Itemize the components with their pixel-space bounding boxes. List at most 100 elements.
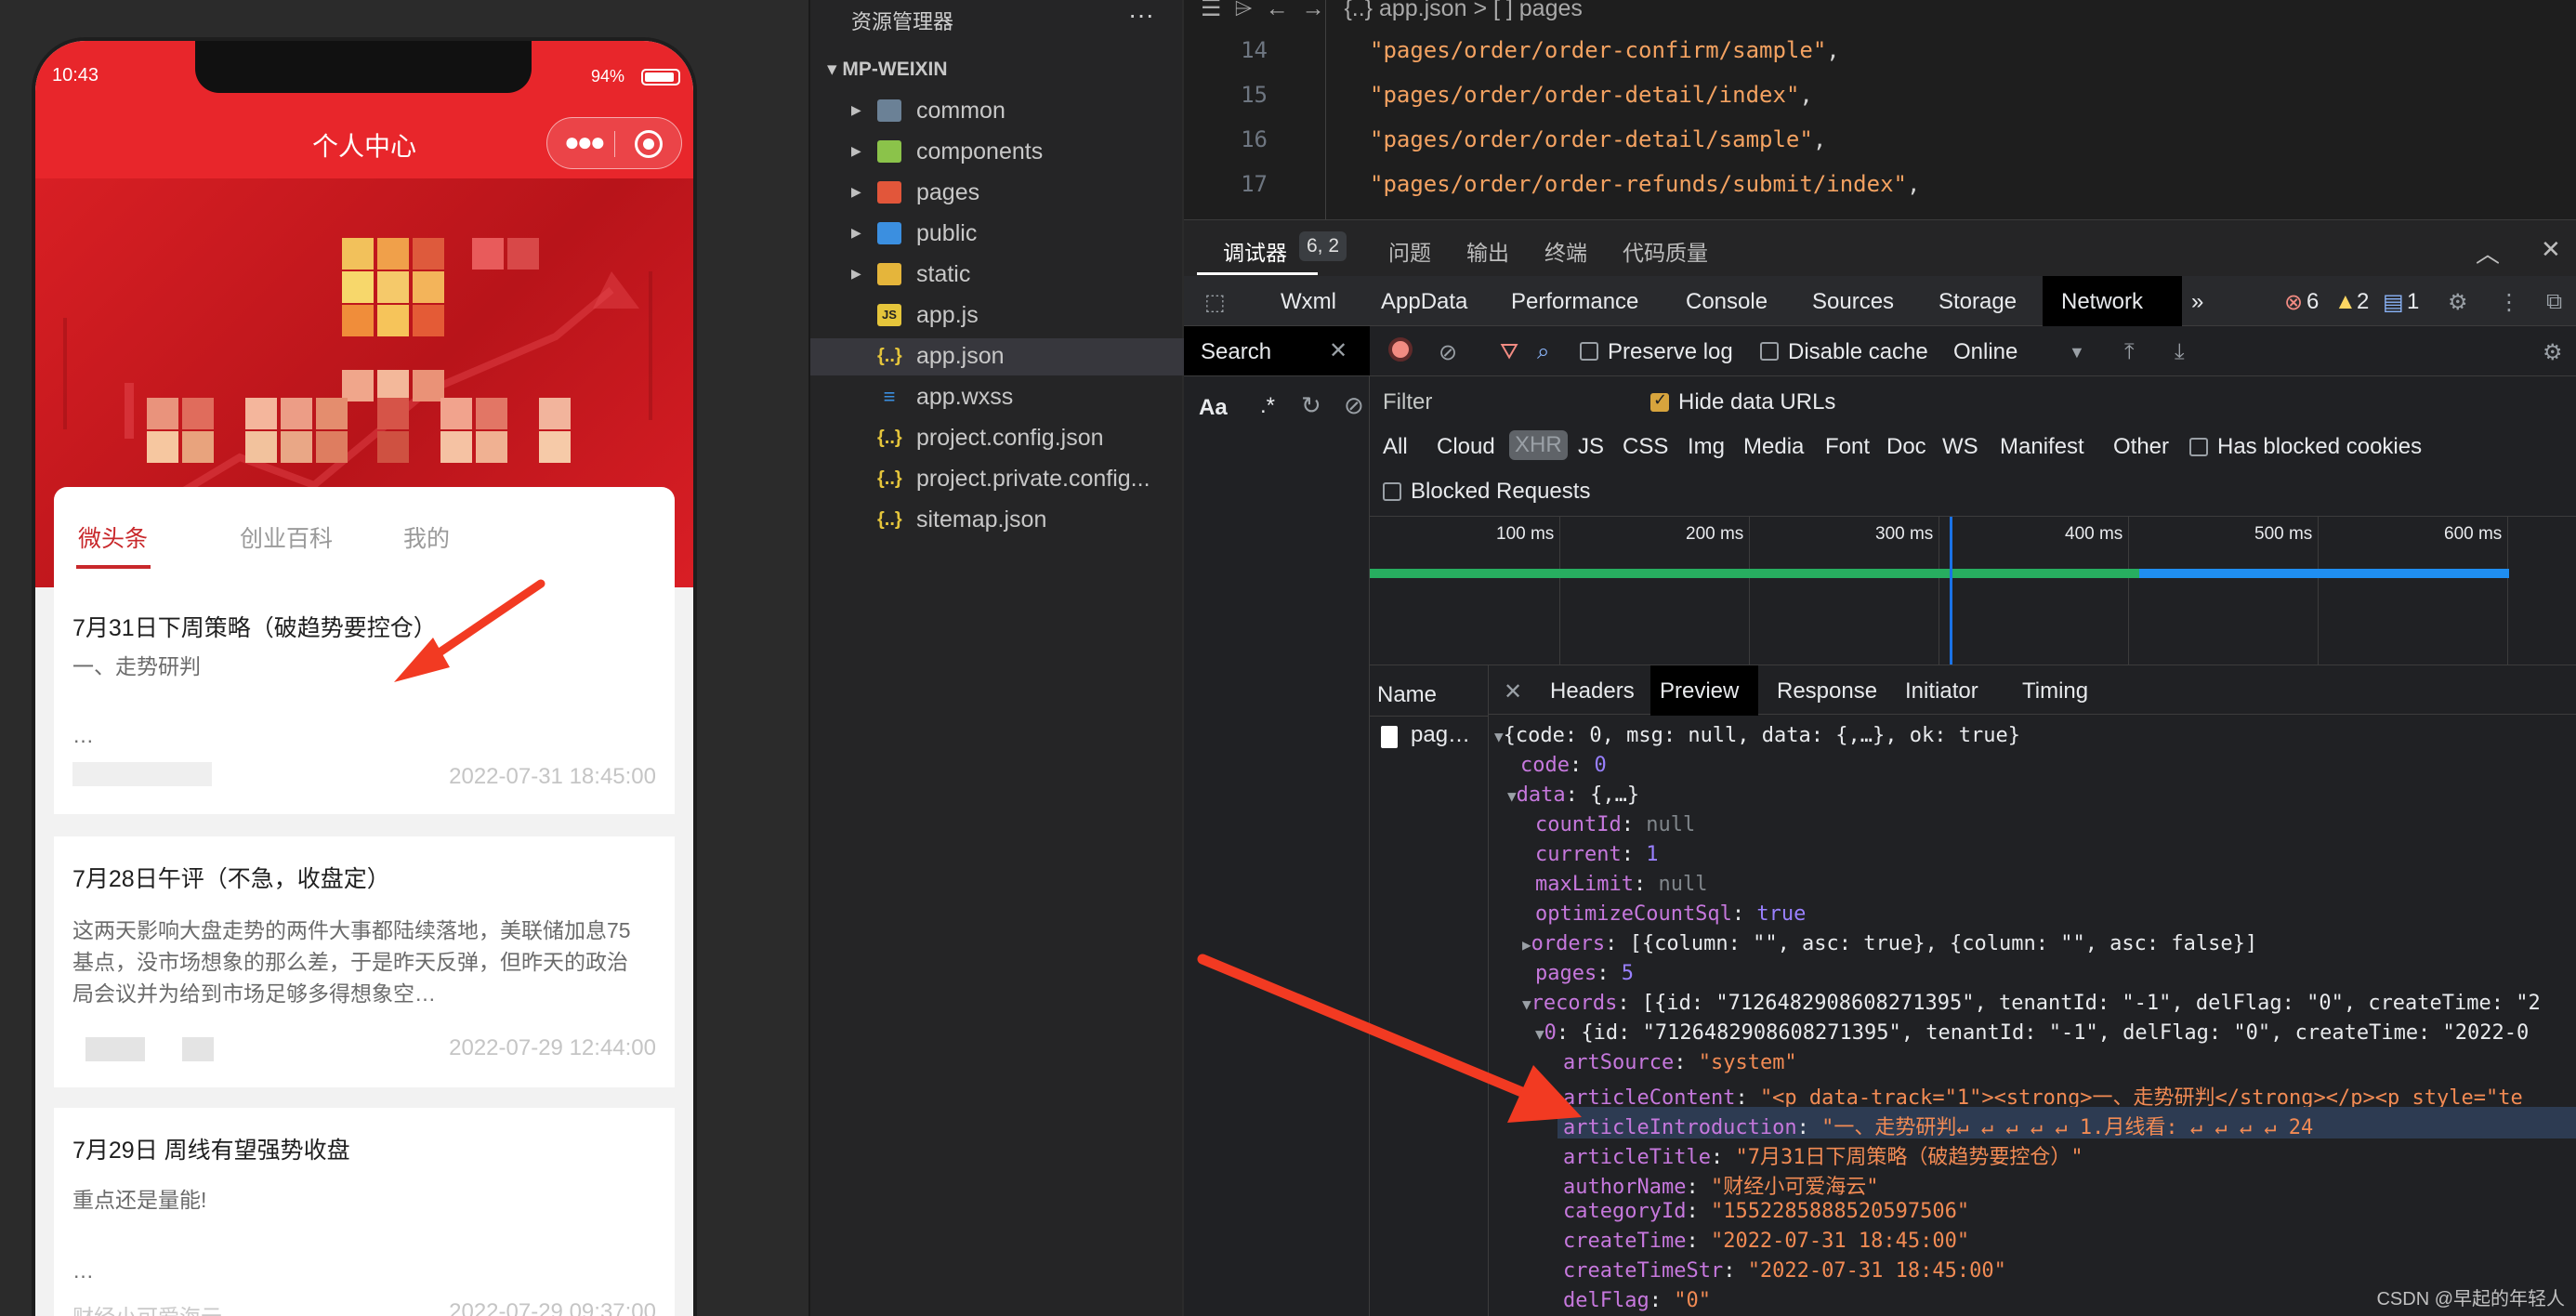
- error-icon[interactable]: ⊗: [2284, 289, 2303, 316]
- more-tabs-icon[interactable]: »: [2191, 289, 2203, 315]
- record-icon[interactable]: [1388, 337, 1413, 362]
- code-line[interactable]: 15 "pages/order/order-detail/index",: [1184, 82, 2576, 126]
- blocked-requests-checkbox[interactable]: [1383, 482, 1401, 501]
- filter-doc[interactable]: Doc: [1886, 434, 1926, 460]
- explorer-item-app-js[interactable]: JS app.js: [810, 297, 1184, 335]
- json-record-0[interactable]: ▼0: {id: "7126482908608271395", tenantId…: [1535, 1021, 2529, 1045]
- explorer-item-static[interactable]: ▶ static: [810, 257, 1184, 294]
- explorer-item-project-config[interactable]: {..} project.config.json: [810, 420, 1184, 457]
- dock-icon[interactable]: ⧉: [2546, 289, 2562, 315]
- tab-console[interactable]: Console: [1686, 289, 1768, 315]
- explorer-item-app-wxss[interactable]: ≡ app.wxss: [810, 379, 1184, 416]
- explorer-item-public[interactable]: ▶ public: [810, 216, 1184, 253]
- kebab-menu-icon[interactable]: ⋮: [2498, 289, 2520, 316]
- workspace-root[interactable]: ▾ MP-WEIXIN: [827, 58, 948, 81]
- code-line[interactable]: 17 "pages/order/order-refunds/submit/ind…: [1184, 171, 2576, 216]
- tab-headers[interactable]: Headers: [1550, 678, 1635, 704]
- clear-icon[interactable]: ⊘: [1439, 339, 1457, 366]
- tab-performance[interactable]: Performance: [1511, 289, 1638, 315]
- match-case-toggle[interactable]: Aa: [1199, 395, 1228, 421]
- article-card[interactable]: 7月31日下周策略（破趋势要控仓） 一、走势研判 … 2022-07-31 18…: [54, 580, 675, 814]
- tab-response[interactable]: Response: [1777, 678, 1877, 704]
- code-editor[interactable]: ☰ ⌲ ← → {..} app.json > [ ] pages 14 "pa…: [1184, 0, 2576, 219]
- filter-ws[interactable]: WS: [1942, 434, 1978, 460]
- tab-problems[interactable]: 问题: [1388, 235, 1431, 267]
- search-icon[interactable]: ⌕: [1537, 339, 1549, 365]
- tab-initiator[interactable]: Initiator: [1905, 678, 1978, 704]
- article-card[interactable]: 7月28日午评（不急，收盘定） 这两天影响大盘走势的两件大事都陆续落地，美联储加…: [54, 836, 675, 1087]
- chevron-down-icon[interactable]: ▼: [2069, 343, 2085, 362]
- disable-cache-checkbox[interactable]: [1760, 342, 1779, 361]
- refresh-icon[interactable]: ↻: [1301, 391, 1321, 420]
- filter-input[interactable]: Filter: [1383, 389, 1432, 415]
- throttle-select[interactable]: Online: [1953, 339, 2017, 365]
- network-timeline[interactable]: 100 ms 200 ms 300 ms 400 ms 500 ms 600 m…: [1370, 516, 2576, 665]
- expand-triangle-icon[interactable]: ▶: [1522, 936, 1531, 954]
- search-title[interactable]: Search: [1201, 339, 1271, 365]
- json-root[interactable]: ▼{code: 0, msg: null, data: {,…}, ok: tr…: [1494, 724, 2020, 747]
- explorer-item-pages[interactable]: ▶ pages: [810, 175, 1184, 212]
- tab-appdata[interactable]: AppData: [1381, 289, 1467, 315]
- tab-timing[interactable]: Timing: [2022, 678, 2088, 704]
- code-line[interactable]: 14 "pages/order/order-confirm/sample",: [1184, 37, 2576, 82]
- collapse-panel-icon[interactable]: ︿: [2476, 235, 2500, 270]
- explorer-item-project-private-config[interactable]: {..} project.private.config...: [810, 461, 1184, 498]
- article-card[interactable]: 7月29日 周线有望强势收盘 重点还是量能! … 财经小可爱海云 2022-07…: [54, 1108, 675, 1316]
- expand-triangle-icon[interactable]: ▼: [1507, 787, 1517, 805]
- close-search-icon[interactable]: ✕: [1329, 337, 1347, 364]
- tab-sources[interactable]: Sources: [1812, 289, 1894, 315]
- miniprogram-capsule[interactable]: ●●●: [546, 117, 682, 169]
- filter-cloud[interactable]: Cloud: [1437, 434, 1495, 460]
- explorer-item-sitemap[interactable]: {..} sitemap.json: [810, 502, 1184, 539]
- close-panel-icon[interactable]: ✕: [2541, 235, 2561, 264]
- hide-data-urls-checkbox[interactable]: [1650, 390, 1669, 412]
- filter-all[interactable]: All: [1383, 434, 1408, 460]
- inspect-element-icon[interactable]: ⬚: [1204, 289, 1226, 316]
- filter-media[interactable]: Media: [1743, 434, 1804, 460]
- settings-gear-icon[interactable]: ⚙: [2448, 289, 2468, 316]
- filter-icon[interactable]: ⛛: [1500, 339, 1518, 365]
- has-blocked-cookies-checkbox[interactable]: [2189, 438, 2208, 456]
- close-miniprogram-icon[interactable]: [635, 130, 663, 158]
- filter-css[interactable]: CSS: [1623, 434, 1668, 460]
- filter-xhr[interactable]: XHR: [1509, 430, 1568, 460]
- expand-triangle-icon[interactable]: ▼: [1522, 995, 1531, 1013]
- filter-font[interactable]: Font: [1825, 434, 1870, 460]
- tab-chuangye-baike[interactable]: 创业百科: [240, 520, 333, 554]
- network-settings-icon[interactable]: ⚙: [2543, 339, 2563, 366]
- expand-triangle-icon[interactable]: ▼: [1494, 728, 1504, 745]
- json-prop-records[interactable]: ▼records: [{id: "7126482908608271395", t…: [1522, 992, 2541, 1015]
- tab-preview[interactable]: Preview: [1660, 678, 1739, 704]
- close-detail-icon[interactable]: ✕: [1504, 678, 1522, 705]
- preserve-log-checkbox[interactable]: [1580, 342, 1598, 361]
- json-prop-orders[interactable]: ▶orders: [{column: "", asc: true}, {colu…: [1522, 932, 2257, 955]
- tab-network[interactable]: Network: [2061, 289, 2143, 315]
- explorer-item-common[interactable]: ▶ common: [810, 93, 1184, 130]
- code-line[interactable]: 16 "pages/order/order-detail/sample",: [1184, 126, 2576, 171]
- tab-terminal[interactable]: 终端: [1544, 235, 1587, 267]
- filter-other[interactable]: Other: [2113, 434, 2169, 460]
- tab-code-quality[interactable]: 代码质量: [1623, 235, 1708, 267]
- filter-img[interactable]: Img: [1688, 434, 1725, 460]
- info-icon[interactable]: ▤: [2383, 289, 2404, 316]
- tab-weitoutiao[interactable]: 微头条: [78, 520, 148, 554]
- tab-output[interactable]: 输出: [1466, 235, 1509, 267]
- expand-triangle-icon[interactable]: ▼: [1535, 1025, 1544, 1043]
- filter-js[interactable]: JS: [1578, 434, 1604, 460]
- tab-debugger[interactable]: 调试器: [1223, 235, 1287, 267]
- tab-storage[interactable]: Storage: [1939, 289, 2017, 315]
- clear-search-icon[interactable]: ⊘: [1344, 391, 1364, 420]
- import-har-icon[interactable]: ⤒: [2124, 339, 2135, 365]
- tab-wxml[interactable]: Wxml: [1281, 289, 1336, 315]
- export-har-icon[interactable]: ⤓: [2175, 339, 2185, 365]
- tab-wode[interactable]: 我的: [403, 520, 450, 554]
- warning-icon[interactable]: ▲: [2334, 289, 2357, 315]
- more-icon[interactable]: ●●●: [564, 129, 606, 155]
- regex-toggle[interactable]: .*: [1260, 393, 1275, 419]
- json-prop-data[interactable]: ▼data: {,…}: [1507, 783, 1639, 807]
- filter-manifest[interactable]: Manifest: [2000, 434, 2084, 460]
- explorer-item-app-json[interactable]: {..} app.json: [810, 338, 1184, 375]
- request-row[interactable]: pag…: [1370, 716, 1489, 753]
- explorer-item-components[interactable]: ▶ components: [810, 134, 1184, 171]
- explorer-more-icon[interactable]: ···: [1128, 0, 1154, 30]
